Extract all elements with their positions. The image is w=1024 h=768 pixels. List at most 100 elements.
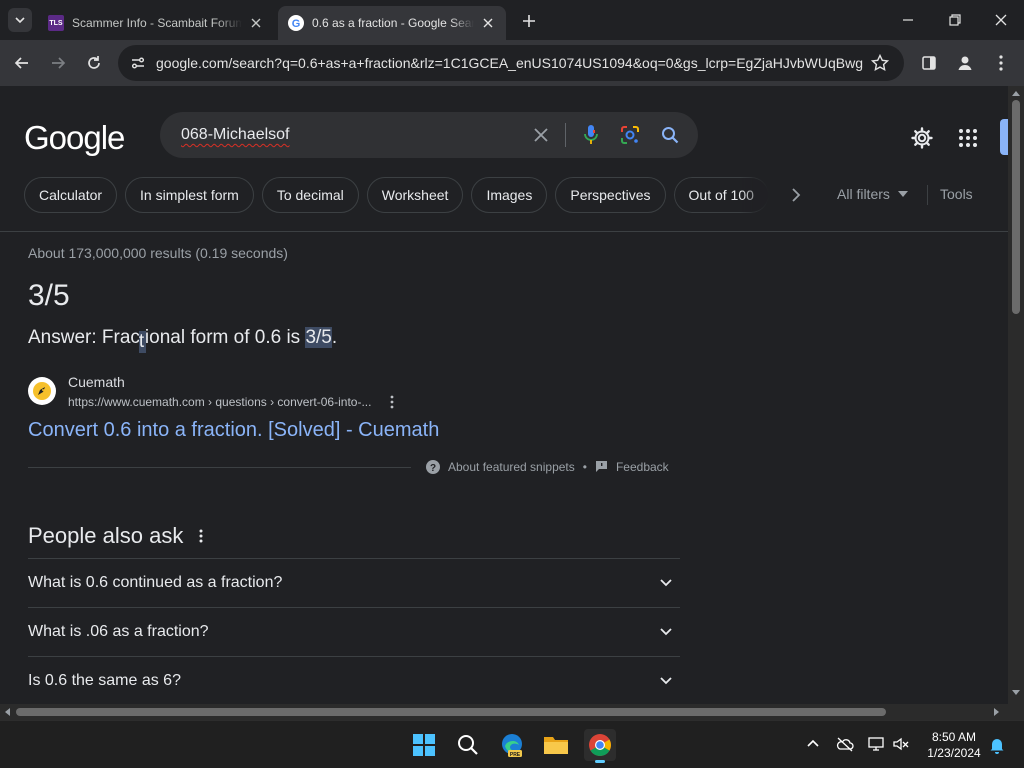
back-button[interactable]	[11, 52, 33, 74]
side-panel-icon	[922, 56, 936, 70]
source-name[interactable]: Cuemath	[68, 374, 125, 390]
folder-icon	[544, 737, 568, 754]
search-icon	[662, 127, 679, 144]
more-vert-icon[interactable]	[195, 527, 207, 545]
tab-title: 0.6 as a fraction - Google Search	[312, 16, 474, 30]
windows-logo-icon	[413, 734, 435, 756]
scroll-left-arrow-icon[interactable]	[4, 708, 10, 716]
close-icon	[534, 128, 548, 142]
horizontal-scrollbar[interactable]	[0, 704, 1008, 720]
google-logo[interactable]: Google	[24, 119, 125, 157]
chip-to-decimal[interactable]: To decimal	[261, 177, 359, 213]
scrollbar-thumb[interactable]	[16, 708, 886, 716]
chrome-app[interactable]	[584, 729, 616, 763]
file-explorer-app[interactable]	[540, 729, 572, 761]
gear-icon[interactable]	[910, 126, 934, 150]
chip-images[interactable]: Images	[471, 177, 548, 213]
onedrive-cloud-icon[interactable]	[836, 735, 854, 753]
chip-perspectives[interactable]: Perspectives	[555, 177, 666, 213]
search-box[interactable]: 068-Michaelsof	[160, 112, 698, 158]
new-tab-icon[interactable]	[520, 12, 538, 30]
svg-text:PRE: PRE	[510, 752, 521, 758]
chevron-down-icon	[660, 579, 672, 587]
close-tab-icon[interactable]	[480, 15, 496, 31]
divider	[28, 467, 411, 468]
lens-search-button[interactable]	[619, 124, 641, 146]
source-url[interactable]: https://www.cuemath.com › questions › co…	[68, 395, 371, 409]
reload-button[interactable]	[83, 52, 105, 74]
browser-menu-button[interactable]	[990, 52, 1012, 74]
clear-search-button[interactable]	[530, 124, 552, 146]
chevron-up-icon[interactable]	[804, 735, 822, 753]
divider	[927, 185, 928, 205]
all-filters-button[interactable]: All filters	[837, 186, 908, 202]
sign-in-button-edge[interactable]	[1000, 119, 1008, 155]
scroll-right-arrow-icon[interactable]	[994, 708, 1000, 716]
profile-icon	[958, 56, 972, 70]
tools-button[interactable]: Tools	[940, 186, 973, 202]
about-featured-snippets-link[interactable]: About featured snippets	[448, 460, 575, 474]
restore-icon[interactable]	[945, 10, 965, 30]
tab-search-button[interactable]	[8, 8, 32, 32]
start-button[interactable]	[408, 729, 440, 761]
paa-question[interactable]: What is .06 as a fraction?	[28, 607, 680, 656]
featured-snippet-text: Answer: Fractional form of 0.6 is 3/5.	[28, 327, 337, 353]
tab-scammer-info[interactable]: TLS Scammer Info - Scambait Forum	[38, 6, 274, 40]
voice-search-button[interactable]	[580, 124, 602, 146]
result-stats: About 173,000,000 results (0.19 seconds)	[28, 245, 288, 261]
chevron-right-icon[interactable]	[786, 185, 806, 205]
scroll-up-arrow-icon[interactable]	[1012, 90, 1020, 96]
scroll-down-arrow-icon[interactable]	[1012, 690, 1020, 696]
address-bar[interactable]: google.com/search?q=0.6+as+a+fraction&rl…	[118, 45, 904, 81]
vertical-scrollbar[interactable]	[1008, 86, 1024, 704]
system-clock[interactable]: 8:50 AM 1/23/2024	[918, 729, 990, 761]
all-filters-label: All filters	[837, 186, 890, 202]
minimize-icon[interactable]	[898, 10, 918, 30]
caret-down-icon	[897, 191, 908, 197]
more-vert-icon	[999, 55, 1003, 71]
snippet-text-part: .	[331, 327, 338, 348]
feedback-flag-icon	[595, 461, 607, 472]
search-input[interactable]: 068-Michaelsof	[181, 126, 290, 144]
scrollbar-thumb[interactable]	[1012, 100, 1020, 314]
tab-title: Scammer Info - Scambait Forum	[72, 16, 242, 30]
header-divider	[0, 231, 1008, 232]
bookmark-star-icon[interactable]	[870, 53, 890, 73]
arrow-right-icon	[52, 57, 66, 69]
arrow-left-icon	[14, 57, 28, 69]
chip-in-simplest-form[interactable]: In simplest form	[125, 177, 254, 213]
svg-text:G: G	[292, 18, 301, 30]
edge-browser-icon: PRE	[502, 734, 522, 758]
cuemath-rocket-icon[interactable]	[28, 377, 56, 405]
profile-button[interactable]	[954, 52, 976, 74]
url-text: google.com/search?q=0.6+as+a+fraction&rl…	[156, 55, 864, 71]
close-tab-icon[interactable]	[248, 15, 264, 31]
browser-toolbar: google.com/search?q=0.6+as+a+fraction&rl…	[0, 40, 1024, 86]
search-submit-button[interactable]	[659, 124, 681, 146]
chip-calculator[interactable]: Calculator	[24, 177, 118, 213]
side-panel-button[interactable]	[918, 52, 940, 74]
close-window-icon[interactable]	[991, 10, 1011, 30]
paa-question-text: Is 0.6 the same as 6?	[28, 672, 181, 689]
volume-muted-icon[interactable]	[892, 735, 910, 753]
tab-google-search[interactable]: G 0.6 as a fraction - Google Search	[278, 6, 506, 40]
notification-bell-icon[interactable]	[988, 736, 1006, 754]
paa-question[interactable]: What is 0.6 continued as a fraction?	[28, 558, 680, 607]
paa-question[interactable]: Is 0.6 the same as 6?	[28, 656, 680, 704]
network-icon[interactable]	[867, 735, 885, 753]
feedback-link[interactable]: Feedback	[616, 460, 669, 474]
edge-beta-app[interactable]: PRE	[496, 729, 528, 761]
clock-date: 1/23/2024	[927, 746, 981, 760]
tls-favicon-icon: TLS	[48, 15, 64, 31]
more-vert-icon[interactable]	[386, 394, 398, 410]
site-info-icon[interactable]	[126, 51, 150, 75]
paa-question-text: What is .06 as a fraction?	[28, 623, 209, 640]
snippet-text-part: ional form of 0.6 is	[144, 327, 306, 348]
forward-button[interactable]	[47, 52, 69, 74]
chip-out-of-100[interactable]: Out of 100	[673, 177, 769, 213]
paa-question-text: What is 0.6 continued as a fraction?	[28, 574, 283, 591]
taskbar-search-button[interactable]	[452, 729, 484, 761]
chip-worksheet[interactable]: Worksheet	[366, 177, 464, 213]
result-title-link[interactable]: Convert 0.6 into a fraction. [Solved] - …	[28, 419, 439, 442]
apps-grid-icon[interactable]	[956, 126, 980, 150]
